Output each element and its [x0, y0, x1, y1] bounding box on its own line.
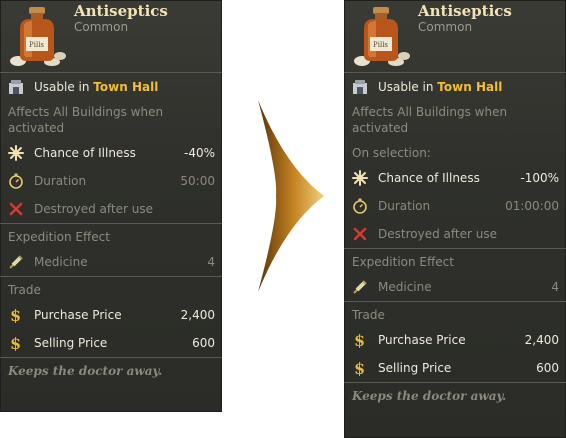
stat-value: 50:00 [180, 174, 215, 188]
price-value: 600 [192, 336, 215, 350]
stat-row-chance-of-illness: Chance of Illness -100% [344, 164, 566, 192]
item-title: Antiseptics [74, 2, 168, 20]
medicine-syringe-icon [352, 279, 368, 295]
price-value: 2,400 [524, 333, 559, 347]
svg-text:$: $ [10, 335, 21, 351]
stat-label: Destroyed after use [378, 227, 497, 241]
red-x-icon [352, 226, 368, 242]
right-arrow [258, 100, 324, 292]
trade-row-selling: $ Selling Price 600 [344, 354, 566, 382]
price-label: Selling Price [34, 336, 108, 350]
town-hall-icon [8, 79, 24, 95]
stat-label: Duration [34, 174, 87, 188]
usable-in-row: Usable in Town Hall [0, 73, 222, 101]
illness-icon [8, 145, 24, 161]
stat-value: -40% [183, 146, 215, 160]
trade-row-purchase: $ Purchase Price 2,400 [0, 301, 222, 329]
usable-in-row: Usable in Town Hall [344, 73, 566, 101]
trade-section-title: Trade [352, 308, 385, 322]
trade-section-title: Trade [8, 283, 41, 297]
trade-row-selling: $ Selling Price 600 [0, 329, 222, 357]
expedition-section-title: Expedition Effect [352, 255, 454, 269]
item-rarity: Common [418, 20, 473, 34]
stat-label: Destroyed after use [34, 202, 153, 216]
price-label: Selling Price [378, 361, 452, 375]
price-label: Purchase Price [378, 333, 466, 347]
price-value: 2,400 [180, 308, 215, 322]
stat-row-destroyed: Destroyed after use [0, 195, 222, 223]
stat-label: Chance of Illness [34, 146, 136, 160]
usable-in-label: Usable in Town Hall [34, 80, 159, 94]
svg-text:Pills: Pills [29, 41, 44, 49]
on-selection-text: On selection: [352, 146, 431, 160]
dollar-icon: $ [8, 335, 24, 351]
svg-text:$: $ [354, 360, 365, 376]
building-name: Town Hall [93, 80, 159, 94]
dollar-icon: $ [352, 332, 368, 348]
price-value: 600 [536, 361, 559, 375]
town-hall-icon [352, 79, 368, 95]
antiseptic-bottle-icon: Pills [10, 7, 66, 66]
stat-label: Chance of Illness [378, 171, 480, 185]
dollar-icon: $ [352, 360, 368, 376]
expedition-row-medicine: Medicine 4 [0, 248, 222, 276]
item-tooltip-before: Pills Antiseptics Common Usable in Town … [0, 0, 222, 412]
item-title: Antiseptics [418, 2, 512, 20]
expedition-label: Medicine [34, 255, 88, 269]
stat-value: 01:00:00 [505, 199, 559, 213]
price-label: Purchase Price [34, 308, 122, 322]
stat-row-chance-of-illness: Chance of Illness -40% [0, 139, 222, 167]
stat-row-duration: Duration 01:00:00 [344, 192, 566, 220]
antiseptic-bottle-icon: Pills [354, 7, 410, 66]
affects-text: Affects All Buildings when activated [8, 105, 164, 135]
illness-icon [352, 170, 368, 186]
building-name: Town Hall [437, 80, 503, 94]
expedition-value: 4 [207, 255, 215, 269]
affects-text: Affects All Buildings when activated [352, 105, 508, 135]
flavor-text: Keeps the doctor away. [352, 389, 507, 403]
item-tooltip-after: Pills Antiseptics Common Usable in Town … [344, 0, 566, 438]
expedition-section-title: Expedition Effect [8, 230, 110, 244]
stat-label: Duration [378, 199, 431, 213]
flavor-text: Keeps the doctor away. [8, 364, 163, 378]
expedition-value: 4 [551, 280, 559, 294]
trade-row-purchase: $ Purchase Price 2,400 [344, 326, 566, 354]
tooltip-header: Pills Antiseptics Common [0, 0, 222, 72]
item-rarity: Common [74, 20, 129, 34]
tooltip-header: Pills Antiseptics Common [344, 0, 566, 72]
red-x-icon [8, 201, 24, 217]
stopwatch-icon [352, 198, 368, 214]
expedition-label: Medicine [378, 280, 432, 294]
stat-row-destroyed: Destroyed after use [344, 220, 566, 248]
dollar-icon: $ [8, 307, 24, 323]
medicine-syringe-icon [8, 254, 24, 270]
usable-in-label: Usable in Town Hall [378, 80, 503, 94]
svg-text:$: $ [354, 332, 365, 348]
stopwatch-icon [8, 173, 24, 189]
expedition-row-medicine: Medicine 4 [344, 273, 566, 301]
svg-text:$: $ [10, 307, 21, 323]
svg-text:Pills: Pills [373, 41, 388, 49]
stat-row-duration: Duration 50:00 [0, 167, 222, 195]
stat-value: -100% [520, 171, 559, 185]
